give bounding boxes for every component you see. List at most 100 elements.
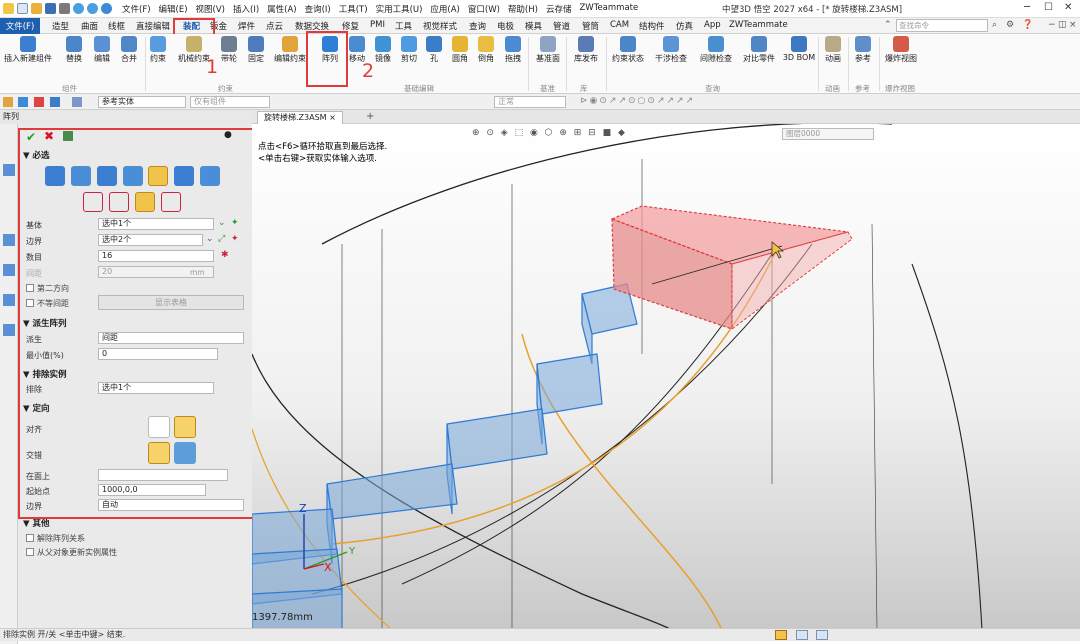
step — [536, 353, 603, 415]
tab-direct-edit[interactable]: 直接编辑 — [136, 20, 170, 32]
explode-view-button[interactable]: 爆炸视图 — [884, 36, 918, 64]
status-display-icon[interactable] — [796, 630, 808, 640]
constraint-button[interactable]: 约束 — [146, 36, 170, 64]
minimize-icon[interactable]: ─ — [1024, 2, 1030, 13]
tab-structure[interactable]: 结构件 — [639, 20, 665, 32]
menu-attribute[interactable]: 属性(A) — [267, 3, 296, 15]
search-icon[interactable]: ⌕ — [992, 20, 997, 30]
tab-query[interactable]: 查询 — [469, 20, 486, 32]
tab-simulation[interactable]: 仿真 — [676, 20, 693, 32]
redo-icon[interactable] — [87, 3, 98, 14]
tab-cam[interactable]: CAM — [610, 20, 629, 30]
help-icon[interactable]: ❓ — [1022, 20, 1033, 30]
3d-bom-button[interactable]: 3D BOM — [782, 36, 816, 62]
pick-icon[interactable] — [18, 97, 28, 107]
property-icon[interactable] — [3, 294, 15, 306]
shape-icon[interactable] — [50, 97, 60, 107]
drag-button[interactable]: 拖拽 — [502, 36, 524, 64]
fillet-button[interactable]: 圆角 — [449, 36, 471, 64]
library-publish-icon — [578, 36, 594, 52]
menu-tools[interactable]: 工具(T) — [339, 3, 368, 15]
constraint-status-button[interactable]: 约束状态 — [610, 36, 646, 64]
edit-component-button[interactable]: 编辑 — [90, 36, 114, 64]
interference-check-button[interactable]: 干涉检查 — [652, 36, 690, 64]
menu-teammate[interactable]: ZWTeammate — [579, 3, 638, 15]
menu-insert[interactable]: 插入(I) — [233, 3, 259, 15]
doc-minimize-icon[interactable]: − — [1048, 20, 1056, 30]
dissolve-pattern-checkbox[interactable]: 解除阵列关系 — [26, 533, 85, 544]
menu-apps[interactable]: 应用(A) — [430, 3, 459, 15]
update-attr-checkbox[interactable]: 从父对象更新实例属性 — [26, 547, 117, 558]
filter-combo-components[interactable]: 仅有组件 — [190, 96, 270, 108]
view-icon[interactable] — [3, 264, 15, 276]
clearance-check-button[interactable]: 间隙检查 — [697, 36, 735, 64]
hole-button[interactable]: 孔 — [424, 36, 444, 64]
minus-icon[interactable] — [34, 97, 44, 107]
layer-manager-icon[interactable] — [3, 324, 15, 336]
animation-button[interactable]: 动画 — [822, 36, 844, 64]
ribbon: 插入新建组件 替换 编辑 合并 约束 机械约束 带轮 固定 编辑约束 阵列 移动… — [0, 34, 1080, 94]
3d-viewport[interactable]: ⊕ ⊙ ◈ ⬚ ◉ ⬡ ⊕ ⊞ ⊟ ■ ◆ 图层0000 点击<F6>循环拾取直… — [252, 124, 1080, 630]
tab-tools[interactable]: 工具 — [395, 20, 412, 32]
tab-modeling[interactable]: 造型 — [52, 20, 69, 32]
reference-button[interactable]: 参考 — [852, 36, 874, 64]
pulley-button[interactable]: 带轮 — [217, 36, 241, 64]
tab-tubing[interactable]: 管筒 — [582, 20, 599, 32]
print-icon[interactable] — [59, 3, 70, 14]
open-folder-icon[interactable] — [31, 3, 42, 14]
merge-button[interactable]: 合并 — [117, 36, 141, 64]
doc-restore-icon[interactable]: ◫ — [1058, 20, 1067, 30]
chamfer-button[interactable]: 倒角 — [475, 36, 497, 64]
maximize-icon[interactable]: ☐ — [1044, 2, 1053, 13]
save-icon[interactable] — [45, 3, 56, 14]
menu-query[interactable]: 查询(I) — [305, 3, 331, 15]
cut-button[interactable]: 剪切 — [398, 36, 420, 64]
filter-combo-reference[interactable]: 参考实体 — [98, 96, 186, 108]
status-layout-icon[interactable] — [816, 630, 828, 640]
layer-icon[interactable] — [72, 97, 82, 107]
menu-edit[interactable]: 编辑(E) — [159, 3, 188, 15]
snap-tools-icon[interactable]: ⊳◉⊙↗↗⊙○⊙↗↗↗↗ — [580, 96, 695, 106]
history-icon[interactable] — [3, 164, 15, 176]
command-search-input[interactable]: 查找命令 — [896, 19, 988, 32]
tab-teammate[interactable]: ZWTeammate — [729, 20, 788, 30]
menu-help[interactable]: 帮助(H) — [508, 3, 538, 15]
fix-button[interactable]: 固定 — [245, 36, 267, 64]
refresh-icon[interactable] — [101, 3, 112, 14]
mirror-button[interactable]: 镜像 — [372, 36, 394, 64]
new-file-icon[interactable] — [17, 3, 28, 14]
edit-constraint-button[interactable]: 编辑约束 — [272, 36, 308, 64]
datum-plane-button[interactable]: 基准面 — [533, 36, 563, 64]
tab-visual-style[interactable]: 视觉样式 — [423, 20, 457, 32]
doc-close-icon[interactable]: × — [1069, 20, 1077, 30]
tab-mold[interactable]: 模具 — [525, 20, 542, 32]
new-tab-icon[interactable]: + — [366, 111, 374, 122]
assembly-icon[interactable] — [3, 234, 15, 246]
status-view-icon[interactable] — [775, 630, 787, 640]
menu-window[interactable]: 窗口(W) — [468, 3, 500, 15]
filter-combo-normal[interactable]: 正常 — [494, 96, 566, 108]
insert-component-button[interactable]: 插入新建组件 — [4, 36, 52, 64]
tab-point-cloud[interactable]: 点云 — [266, 20, 283, 32]
tab-wireframe[interactable]: 线框 — [108, 20, 125, 32]
menu-file[interactable]: 文件(F) — [122, 3, 151, 15]
settings-icon[interactable]: ⚙ — [1006, 20, 1014, 30]
close-icon[interactable]: ✕ — [1064, 2, 1072, 13]
tab-electrode[interactable]: 电极 — [497, 20, 514, 32]
tab-piping[interactable]: 管道 — [553, 20, 570, 32]
undo-icon[interactable] — [73, 3, 84, 14]
library-publish-button[interactable]: 库发布 — [570, 36, 602, 64]
tab-app[interactable]: App — [704, 20, 721, 30]
tab-file[interactable]: 文件(F) — [0, 18, 40, 34]
document-tab[interactable]: 旋转楼梯.Z3ASM × — [257, 111, 343, 124]
tab-weldment[interactable]: 焊件 — [238, 20, 255, 32]
collapse-ribbon-icon[interactable]: ⌃ — [884, 20, 892, 30]
tab-pmi[interactable]: PMI — [370, 20, 385, 30]
replace-button[interactable]: 替换 — [62, 36, 86, 64]
menu-view[interactable]: 视图(V) — [196, 3, 225, 15]
menu-utilities[interactable]: 实用工具(U) — [376, 3, 423, 15]
menu-cloud[interactable]: 云存储 — [546, 3, 572, 15]
filter-icon[interactable] — [3, 97, 13, 107]
tab-surface[interactable]: 曲面 — [81, 20, 98, 32]
compare-parts-button[interactable]: 对比零件 — [741, 36, 777, 64]
